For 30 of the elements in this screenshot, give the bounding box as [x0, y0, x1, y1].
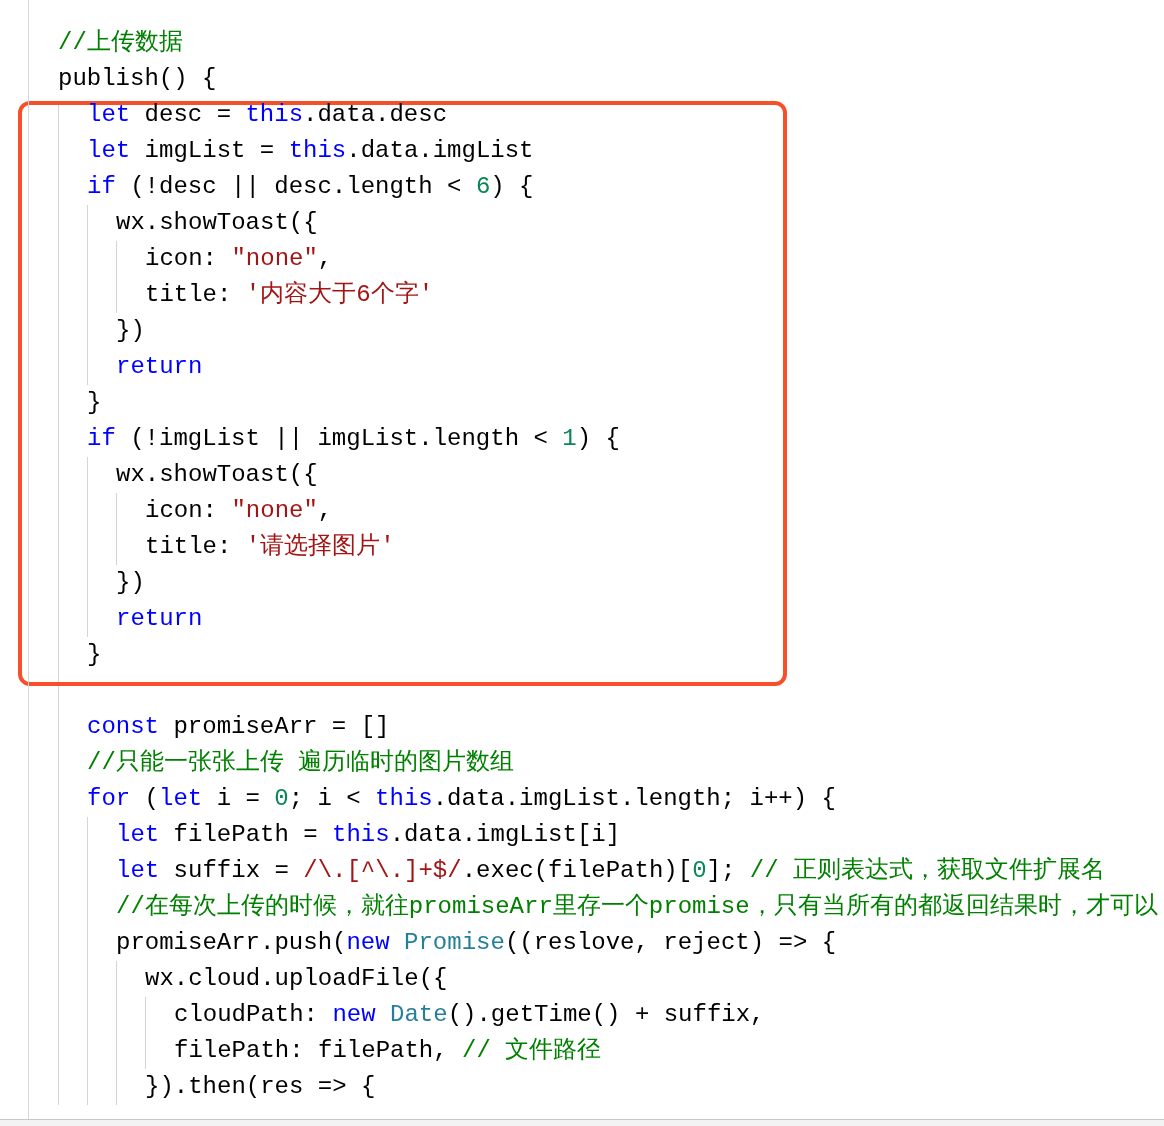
- code-line: let imgList = this.data.imgList: [87, 136, 534, 166]
- code-line: return: [116, 604, 203, 634]
- code-line: publish() {: [58, 64, 217, 94]
- code-line: let suffix = /\.[^\.]+$/.exec(filePath)[0]; // 正则表达式，获取文件扩展名: [116, 856, 1105, 886]
- code-line: for (let i = 0; i < this.data.imgList.length; i++) {: [87, 784, 836, 814]
- code-line: return: [116, 352, 203, 382]
- code-line: if (!imgList || imgList.length < 1) {: [87, 424, 620, 454]
- code-line: wx.showToast({: [116, 460, 318, 490]
- code-line: }: [87, 388, 102, 418]
- code-line: title: '请选择图片': [145, 532, 395, 562]
- code-line: cloudPath: new Date().getTime() + suffix,: [174, 1000, 765, 1030]
- code-line: wx.showToast({: [116, 208, 318, 238]
- code-line: //只能一张张上传 遍历临时的图片数组: [87, 748, 515, 778]
- code-line: title: '内容大于6个字': [145, 279, 434, 310]
- horizontal-scrollbar[interactable]: [0, 1119, 1164, 1126]
- code-line: filePath: filePath, // 文件路径: [174, 1036, 602, 1066]
- code-line: const promiseArr = []: [87, 712, 390, 742]
- code-line: }): [116, 316, 145, 346]
- code-line: icon: "none",: [145, 244, 333, 274]
- code-line: icon: "none",: [145, 496, 333, 526]
- code-line: //在每次上传的时候，就往promiseArr里存一个promise，只有当所有的都返回结果时，才可以: [116, 892, 1158, 922]
- code-line: let desc = this.data.desc: [87, 100, 448, 130]
- code-line: //上传数据: [58, 28, 183, 58]
- code-line: wx.cloud.uploadFile({: [145, 964, 448, 994]
- code-line: }): [116, 568, 145, 598]
- code-line: }).then(res => {: [145, 1072, 376, 1102]
- code-line: let filePath = this.data.imgList[i]: [116, 820, 621, 850]
- code-line: promiseArr.push(new Promise((reslove, reject) => {: [116, 928, 837, 958]
- code-line: }: [87, 640, 102, 670]
- code-line: if (!desc || desc.length < 6) {: [87, 172, 534, 202]
